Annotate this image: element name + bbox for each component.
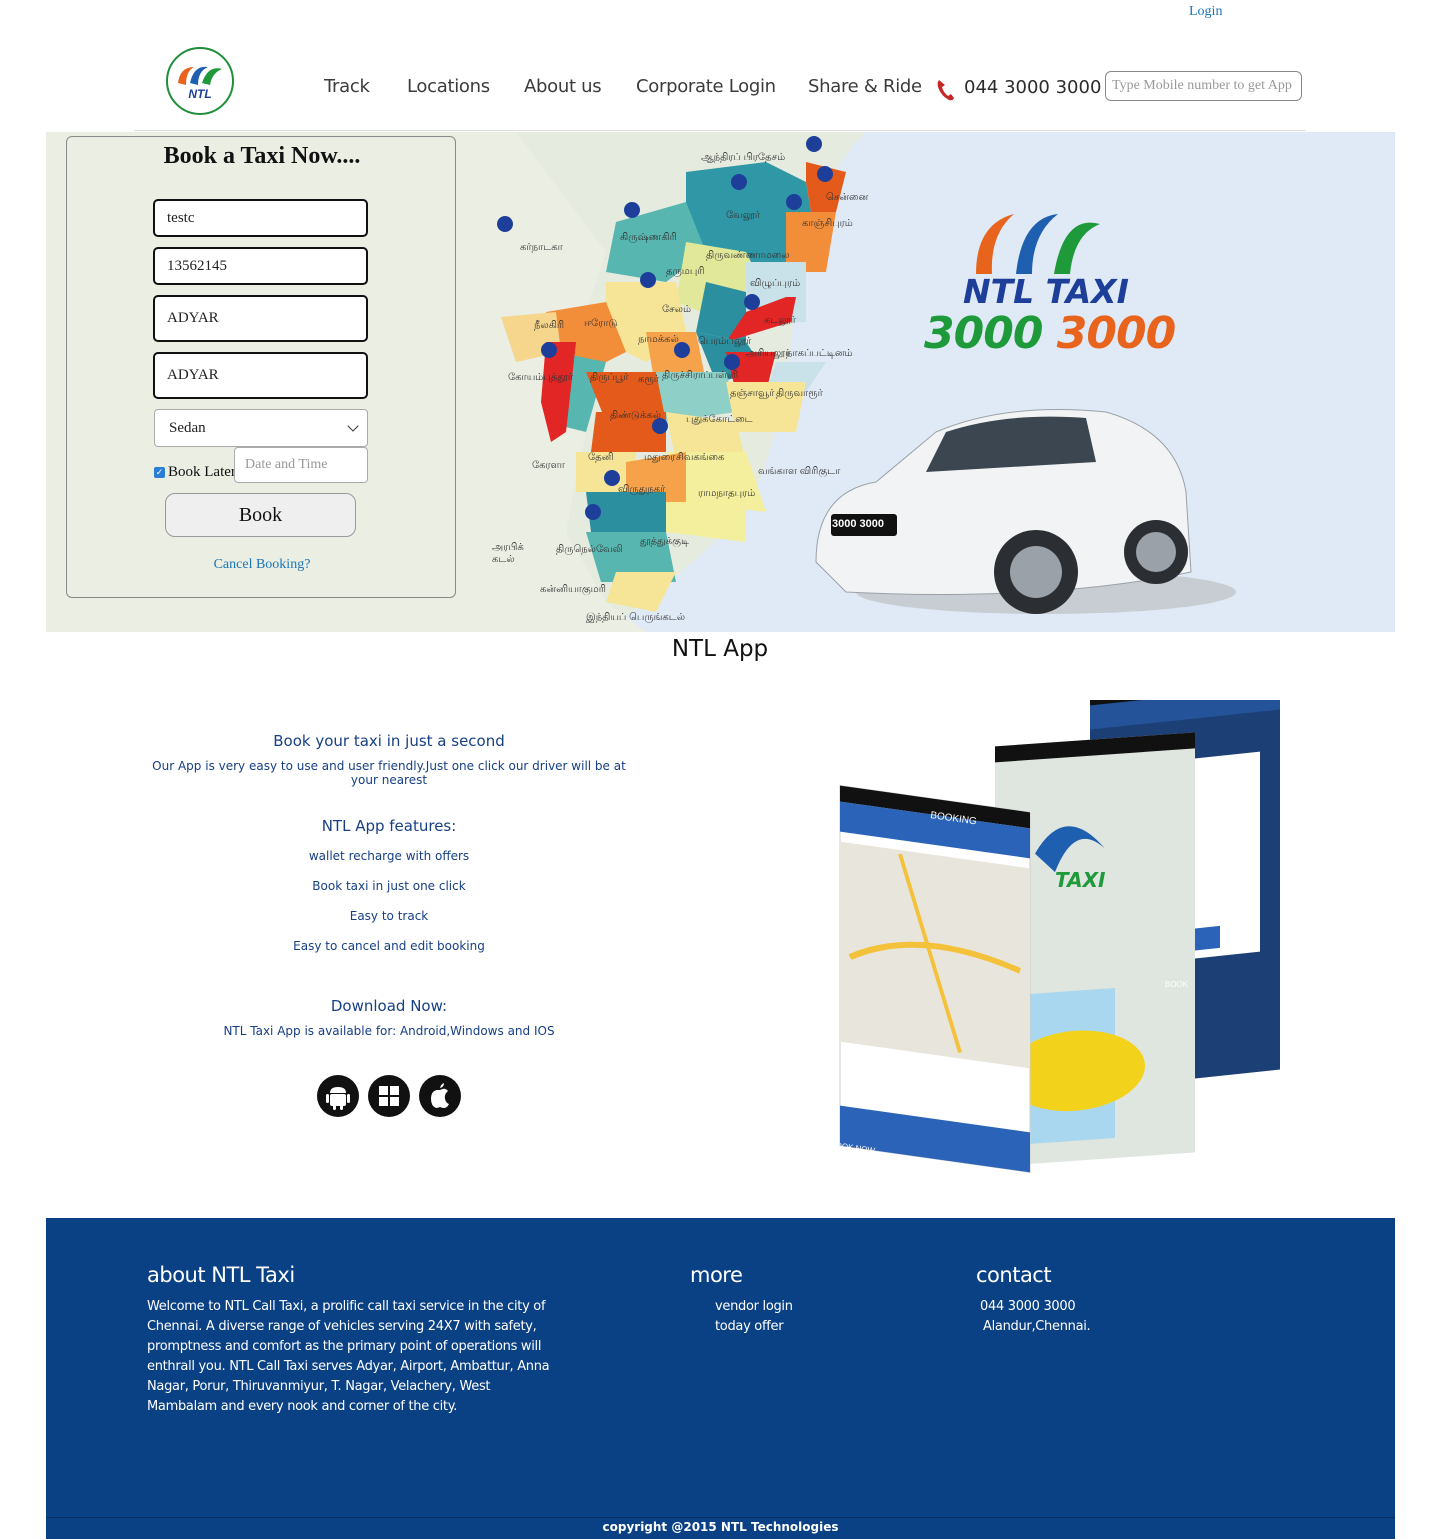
- download-title: Download Now:: [330, 997, 448, 1015]
- mobile-input[interactable]: 13562145: [153, 247, 368, 285]
- footer-contact-phone: 044 3000 3000: [980, 1299, 1076, 1314]
- footer-contact-title: contact: [976, 1263, 1052, 1287]
- book-button[interactable]: Book: [165, 493, 356, 537]
- map-label: திருவாரூர்: [776, 388, 823, 399]
- map-label: தூத்துக்குடி: [640, 536, 689, 547]
- map-label: ஆந்திரப் பிரதேசம்: [701, 152, 786, 163]
- vehicle-select[interactable]: Sedan: [154, 409, 368, 447]
- pickup-input[interactable]: ADYAR: [153, 295, 368, 342]
- map-label: திண்டுக்கல்: [610, 410, 661, 421]
- car-plate: 3000 3000: [832, 518, 884, 530]
- footer-more-title: more: [690, 1263, 743, 1287]
- map-label: நாகப்பட்டினம்: [786, 348, 853, 359]
- brand-phone-number: 3000 3000: [924, 308, 1176, 359]
- nav-about-us[interactable]: About us: [524, 76, 602, 97]
- map-label: அரபிக் கடல்: [492, 542, 524, 565]
- footer-link-vendor-login[interactable]: vendor login: [715, 1297, 793, 1317]
- map-label: சேலம்: [662, 304, 691, 315]
- get-app-mobile-input[interactable]: [1105, 71, 1302, 101]
- footer-contact-address: Alandur,Chennai.: [983, 1319, 1091, 1334]
- android-icon[interactable]: [317, 1075, 359, 1117]
- map-label: மதுரை: [644, 452, 676, 463]
- nav-share-ride[interactable]: Share & Ride: [808, 76, 922, 97]
- map-label: தருமபுரி: [666, 266, 705, 277]
- name-input[interactable]: testc: [153, 199, 368, 237]
- map-label: வங்காள விரிகுடா: [758, 466, 841, 477]
- map-label: கர்நாடகா: [520, 242, 563, 253]
- nav-track[interactable]: Track: [324, 76, 370, 97]
- feature-item: Easy to track: [349, 909, 429, 923]
- footer-about-text: Welcome to NTL Call Taxi, a prolific cal…: [147, 1299, 550, 1414]
- map-label: அரியலூர்: [746, 348, 791, 359]
- footer-divider: [46, 1517, 1395, 1518]
- login-link[interactable]: Login: [1189, 4, 1222, 20]
- map-label: ராமநாதபுரம்: [698, 488, 756, 499]
- map-label: வேலூர்: [726, 210, 761, 221]
- nav-corporate-login[interactable]: Corporate Login: [636, 76, 776, 97]
- app-section-title: NTL App: [671, 636, 769, 662]
- footer-about-title: about NTL Taxi: [147, 1263, 295, 1287]
- top-bar: Login: [0, 0, 1440, 30]
- map-label: காஞ்சிபுரம்: [802, 218, 853, 229]
- download-text: NTL Taxi App is available for: Android,W…: [223, 1024, 555, 1038]
- feature-item: Book taxi in just one click: [312, 879, 466, 893]
- logo-text: NTL: [188, 87, 212, 101]
- map-label: திருவண்ணாமலை: [706, 250, 790, 261]
- map-label: சென்னை: [826, 192, 869, 203]
- map-label: கடலூர்: [764, 315, 796, 326]
- feature-item: Easy to cancel and edit booking: [293, 939, 485, 953]
- footer: about NTL Taxi Welcome to NTL Call Taxi,…: [46, 1218, 1395, 1539]
- map-label: விழுப்புரம்: [750, 278, 801, 289]
- drop-input[interactable]: ADYAR: [153, 352, 368, 399]
- map-label: கிருஷ்ணகிரி: [620, 232, 677, 243]
- features-title: NTL App features:: [321, 817, 457, 835]
- map-label: கன்னியாகுமரி: [540, 584, 606, 595]
- map-label: கோயம்புத்தூர்: [508, 372, 574, 383]
- map-label: கரூர்: [638, 374, 659, 385]
- book-later-label: Book Later: [168, 464, 236, 480]
- map-label: புதுக்கோட்டை: [686, 414, 753, 425]
- map-label: இந்தியப் பெருங்கடல்: [586, 612, 686, 623]
- header: NTL Track Locations About us Corporate L…: [0, 40, 1440, 130]
- map-label: சிவகங்கை: [676, 452, 725, 463]
- map-label: பெரம்பலூர்: [698, 336, 752, 347]
- map-label: திருச்சிராப்பள்ளி: [662, 370, 739, 381]
- tagline-text: Our App is very easy to use and user fri…: [152, 759, 626, 787]
- copyright: copyright @2015 NTL Technologies: [602, 1520, 839, 1534]
- tagline-title: Book your taxi in just a second: [273, 732, 505, 750]
- booking-form: Book a Taxi Now.... testc 13562145 ADYAR…: [66, 136, 456, 598]
- phone-icon: [937, 80, 954, 101]
- map-label: தேனி: [588, 452, 614, 463]
- nav-locations[interactable]: Locations: [407, 76, 490, 97]
- cancel-booking-link[interactable]: Cancel Booking?: [67, 557, 457, 573]
- logo-swoosh-icon: [178, 66, 222, 85]
- map-label: நாமக்கல்: [638, 334, 679, 345]
- book-later-checkbox[interactable]: ✓: [154, 467, 165, 478]
- windows-icon[interactable]: [368, 1075, 410, 1117]
- map-label: கேரளா: [532, 460, 565, 471]
- booking-title: Book a Taxi Now....: [163, 143, 361, 169]
- brand-swoosh-icon: [976, 214, 1100, 274]
- ntl-logo[interactable]: NTL: [166, 47, 234, 115]
- header-divider: [134, 130, 1306, 131]
- back-book-label: BOOK: [1165, 980, 1189, 989]
- apple-icon[interactable]: [419, 1075, 461, 1117]
- brand-ntl-taxi: NTL TAXI: [963, 272, 1129, 311]
- app-screenshots-illustration: BOOKING BOOK NOW BOOK LATER TAXI BOOK: [830, 700, 1280, 1173]
- map-label: விருதுநகர்: [618, 484, 666, 495]
- map-label: திருப்பூர்: [590, 372, 629, 383]
- footer-link-today-offer[interactable]: today offer: [715, 1317, 784, 1337]
- map-label: திருநெல்வேலி: [556, 544, 623, 555]
- taxi-logo-text: TAXI: [1055, 868, 1106, 892]
- map-label: ஈரோடு: [584, 318, 618, 329]
- map-label: நீலகிரி: [534, 320, 565, 331]
- phone-number[interactable]: 044 3000 3000: [964, 77, 1101, 98]
- feature-item: wallet recharge with offers: [308, 849, 470, 863]
- datetime-input[interactable]: Date and Time: [234, 447, 368, 483]
- map-label: தஞ்சாவூர்: [730, 388, 775, 399]
- vehicle-select-value: Sedan: [169, 419, 206, 436]
- chevron-down-icon: [347, 420, 359, 432]
